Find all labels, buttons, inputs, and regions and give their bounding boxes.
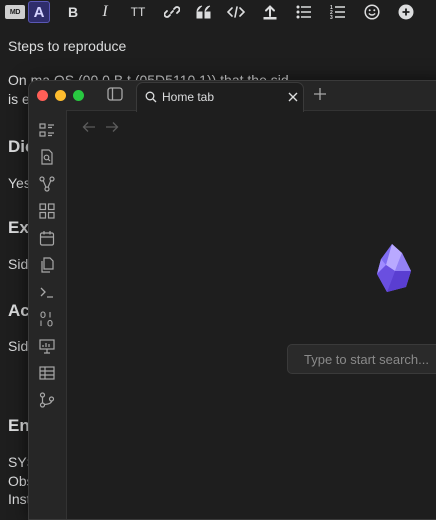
bold-button[interactable]: B bbox=[63, 1, 83, 23]
ribbon-slides-button[interactable] bbox=[39, 338, 55, 354]
code-button[interactable] bbox=[225, 1, 247, 23]
graph-icon bbox=[39, 176, 55, 192]
doc-line: Steps to reproduce bbox=[8, 38, 127, 54]
binary-icon bbox=[40, 311, 53, 327]
link-icon bbox=[164, 6, 180, 18]
code-icon bbox=[227, 6, 245, 18]
tab-home[interactable]: Home tab bbox=[136, 82, 304, 112]
canvas-icon bbox=[39, 203, 55, 219]
insert-options-button[interactable] bbox=[395, 1, 417, 23]
emoji-button[interactable] bbox=[361, 1, 383, 23]
ribbon-graph-button[interactable] bbox=[39, 176, 55, 192]
link-button[interactable] bbox=[161, 1, 183, 23]
font-toggle-button[interactable]: A bbox=[28, 1, 50, 23]
back-arrow-icon[interactable] bbox=[82, 121, 96, 133]
italic-button[interactable]: I bbox=[95, 1, 115, 23]
smiley-icon bbox=[364, 4, 380, 20]
terminal-icon bbox=[40, 287, 53, 298]
calendar-icon bbox=[39, 231, 55, 246]
tab-title: Home tab bbox=[162, 90, 215, 104]
left-ribbon bbox=[29, 110, 67, 519]
close-window-button[interactable] bbox=[37, 90, 48, 101]
minimize-window-button[interactable] bbox=[55, 90, 66, 101]
ribbon-canvas-button[interactable] bbox=[39, 203, 55, 219]
title-bar: Home tab bbox=[29, 81, 436, 112]
sidebar-toggle-button[interactable] bbox=[107, 87, 123, 101]
quick-switch-icon bbox=[41, 149, 53, 165]
forward-arrow-icon[interactable] bbox=[105, 121, 119, 133]
ribbon-tasks-button[interactable] bbox=[39, 122, 55, 138]
obsidian-window: Home tab Type to start search... bbox=[28, 80, 436, 520]
search-placeholder: Type to start search... bbox=[304, 352, 429, 367]
numbered-list-icon: 123 bbox=[330, 5, 345, 20]
ribbon-git-button[interactable] bbox=[39, 392, 55, 408]
sidebar-toggle-icon bbox=[107, 87, 123, 101]
table-icon bbox=[39, 366, 55, 380]
ribbon-binary-button[interactable] bbox=[39, 311, 55, 327]
tasks-icon bbox=[39, 123, 54, 137]
git-icon bbox=[39, 392, 55, 408]
zoom-window-button[interactable] bbox=[73, 90, 84, 101]
upload-icon bbox=[263, 5, 277, 20]
numbered-list-button[interactable]: 123 bbox=[327, 1, 349, 23]
doc-line: is e bbox=[8, 91, 30, 107]
editor-toolbar: MD A B I TT 123 bbox=[0, 0, 436, 24]
obsidian-logo bbox=[377, 244, 411, 292]
svg-text:3: 3 bbox=[330, 15, 333, 20]
ribbon-terminal-button[interactable] bbox=[39, 284, 55, 300]
heading-button[interactable]: TT bbox=[127, 1, 149, 23]
bullet-list-icon bbox=[296, 5, 311, 19]
markdown-toggle-button[interactable]: MD bbox=[5, 5, 25, 19]
slides-icon bbox=[39, 339, 55, 354]
close-icon[interactable] bbox=[287, 91, 299, 103]
plus-circle-icon bbox=[398, 4, 414, 20]
bullet-list-button[interactable] bbox=[293, 1, 315, 23]
pages-icon bbox=[41, 257, 54, 273]
ribbon-table-button[interactable] bbox=[39, 365, 55, 381]
quote-button[interactable] bbox=[195, 1, 213, 23]
ribbon-quick-switch-button[interactable] bbox=[39, 149, 55, 165]
search-icon bbox=[145, 91, 157, 103]
ribbon-calendar-button[interactable] bbox=[39, 230, 55, 246]
ribbon-pages-button[interactable] bbox=[39, 257, 55, 273]
quote-icon bbox=[196, 5, 211, 19]
search-input[interactable]: Type to start search... bbox=[287, 344, 436, 374]
new-tab-icon[interactable] bbox=[313, 87, 327, 101]
upload-button[interactable] bbox=[259, 1, 281, 23]
